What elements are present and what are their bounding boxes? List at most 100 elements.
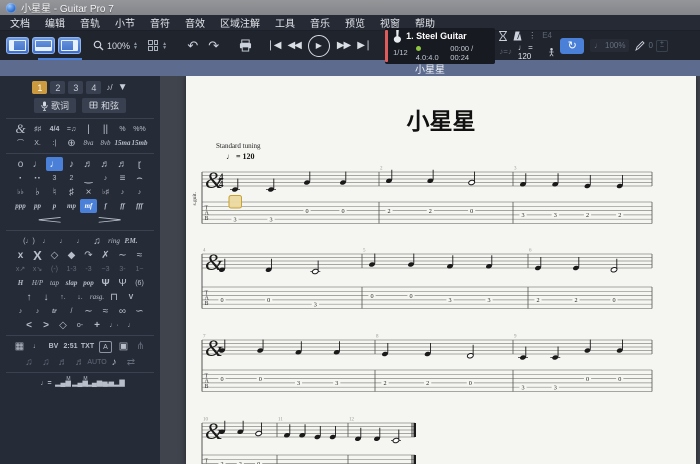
metronome-icon[interactable] (513, 31, 522, 41)
menu-item-0[interactable]: 文档 (10, 15, 30, 30)
notation-icon[interactable]: BV (45, 339, 62, 353)
notation-icon[interactable]: :| (46, 136, 63, 150)
menu-item-9[interactable]: 预览 (345, 15, 365, 30)
notation-icon[interactable]: 2 (63, 171, 80, 185)
notation-icon[interactable]: ♪ (29, 304, 46, 318)
document-tab-title[interactable]: 小星星 (0, 61, 700, 76)
voice-button-3[interactable]: 3 (68, 81, 83, 94)
notation-icon[interactable]: 8va (80, 136, 97, 150)
forward-button[interactable]: ▶▶ (337, 40, 350, 51)
notation-icon[interactable]: ⌒ (12, 136, 29, 150)
voice-button-2[interactable]: 2 (50, 81, 65, 94)
notation-icon[interactable]: P.M. (123, 234, 140, 248)
notation-icon[interactable]: ♪ (12, 304, 29, 318)
voice-dropdown-icon[interactable]: ▼ (118, 82, 128, 93)
view-screen-button[interactable] (58, 37, 81, 54)
notation-icon[interactable]: ♫ (38, 355, 55, 369)
transpose-stepper[interactable]: +− (656, 40, 668, 52)
lyrics-button[interactable]: 歌词 (34, 98, 76, 113)
notation-icon[interactable]: ∼ (80, 304, 97, 318)
notation-icon[interactable]: 3 (46, 171, 63, 185)
notation-icon[interactable]: mp (63, 199, 80, 213)
page-layout-icon[interactable] (148, 40, 158, 51)
notation-icon[interactable]: fff (131, 199, 148, 213)
notation-icon[interactable]: ↑. (55, 290, 72, 304)
notation-icon[interactable]: 1~ (131, 262, 148, 276)
notation-icon[interactable]: / (63, 304, 80, 318)
notation-icon[interactable]: o- (72, 318, 89, 332)
notation-icon[interactable]: ♩= (38, 376, 55, 390)
notation-icon[interactable]: ♩ (28, 339, 45, 353)
tempo-display[interactable]: ♩ = 120 (518, 43, 544, 61)
notation-icon[interactable]: Ψ (97, 276, 114, 290)
notation-icon[interactable]: ♫ (21, 355, 38, 369)
notation-icon[interactable]: Ψ (114, 276, 131, 290)
zoom-stepper[interactable]: ▲▼ (133, 42, 138, 50)
swing-indicator[interactable]: ♪=♪ (499, 47, 512, 56)
menu-item-8[interactable]: 音乐 (310, 15, 330, 30)
notation-icon[interactable]: 3- (114, 262, 131, 276)
hourglass-icon[interactable] (499, 31, 507, 41)
notation-icon[interactable]: ◇ (55, 318, 72, 332)
go-start-button[interactable]: ❘◀ (266, 40, 280, 51)
notation-icon[interactable]: ♯♯ (29, 122, 46, 136)
notation-icon[interactable]: ♬ (114, 157, 131, 171)
notation-icon[interactable]: f (97, 199, 114, 213)
notation-icon[interactable]: 15mb (131, 136, 148, 150)
notation-icon[interactable]: 4/4 (46, 122, 63, 136)
notation-icon[interactable]: ▂▄▆M (55, 376, 72, 390)
notation-icon[interactable]: %% (131, 122, 148, 136)
notation-icon[interactable]: ≡ (114, 171, 131, 185)
voice-button-4[interactable]: 4 (86, 81, 101, 94)
page-layout-stepper[interactable]: ▲▼ (162, 42, 167, 50)
notation-icon[interactable]: > (80, 213, 140, 227)
notation-icon[interactable]: ◇ (46, 248, 63, 262)
notation-icon[interactable]: X. (29, 136, 46, 150)
chords-button[interactable]: 和弦 (82, 98, 126, 113)
notation-icon[interactable]: ♯ (63, 185, 80, 199)
notation-icon[interactable]: < (20, 213, 80, 227)
notation-icon[interactable]: ⊓ (106, 290, 123, 304)
notation-icon[interactable]: ▃▅▂▇ (106, 376, 123, 390)
go-end-button[interactable]: ▶❘ (357, 40, 371, 51)
notation-icon[interactable]: ♭ (29, 185, 46, 199)
notation-icon[interactable]: ring (106, 234, 123, 248)
notation-icon[interactable]: ∽ (131, 304, 148, 318)
notation-icon[interactable]: ↓ (38, 290, 55, 304)
notation-icon[interactable]: ▦ (11, 339, 28, 353)
notation-icon[interactable]: ↷ (80, 248, 97, 262)
notation-icon[interactable]: ♬ (72, 355, 89, 369)
notation-icon[interactable]: A (99, 341, 112, 353)
menu-item-3[interactable]: 小节 (115, 15, 135, 30)
notation-icon[interactable]: ♩· (106, 318, 123, 332)
notation-icon[interactable]: ♬ (97, 157, 114, 171)
notation-icon[interactable]: pop (80, 276, 97, 290)
notation-icon[interactable]: (6) (131, 276, 148, 290)
menu-item-6[interactable]: 区域注解 (220, 15, 260, 30)
notation-icon[interactable]: TXT (79, 339, 96, 353)
notation-icon[interactable]: ♭♭ (12, 185, 29, 199)
notation-icon[interactable]: tr (46, 304, 63, 318)
notation-icon[interactable]: || (97, 122, 114, 136)
notation-icon[interactable]: ◆ (63, 248, 80, 262)
notation-icon[interactable]: mf (80, 199, 97, 213)
notation-icon[interactable]: -3 (80, 262, 97, 276)
notation-icon[interactable]: · (12, 171, 29, 185)
notation-icon[interactable]: slap (63, 276, 80, 290)
notation-icon[interactable]: pp (29, 199, 46, 213)
multivoice-icon[interactable]: ♪/ (106, 83, 112, 92)
track-chip[interactable]: 1. Steel Guitar 1/12 4.0:4.0 00:00 / 00:… (385, 28, 495, 64)
notation-icon[interactable]: ·· (29, 171, 46, 185)
notation-icon[interactable]: ∼ (114, 248, 131, 262)
notation-icon[interactable]: ppp (12, 199, 29, 213)
notation-icon[interactable]: + (89, 318, 106, 332)
notation-icon[interactable]: ♭♯ (97, 185, 114, 199)
notation-icon[interactable]: ♫ (89, 234, 106, 248)
notation-icon[interactable]: % (114, 122, 131, 136)
playback-speed-button[interactable]: ♩ 100% (590, 39, 629, 52)
notation-icon[interactable]: ♪ (106, 355, 123, 369)
rewind-button[interactable]: ◀◀ (287, 40, 300, 51)
undo-button[interactable]: ↶ (184, 38, 201, 54)
notation-icon[interactable]: ⋔ (132, 339, 149, 353)
notation-icon[interactable]: ✗ (97, 248, 114, 262)
